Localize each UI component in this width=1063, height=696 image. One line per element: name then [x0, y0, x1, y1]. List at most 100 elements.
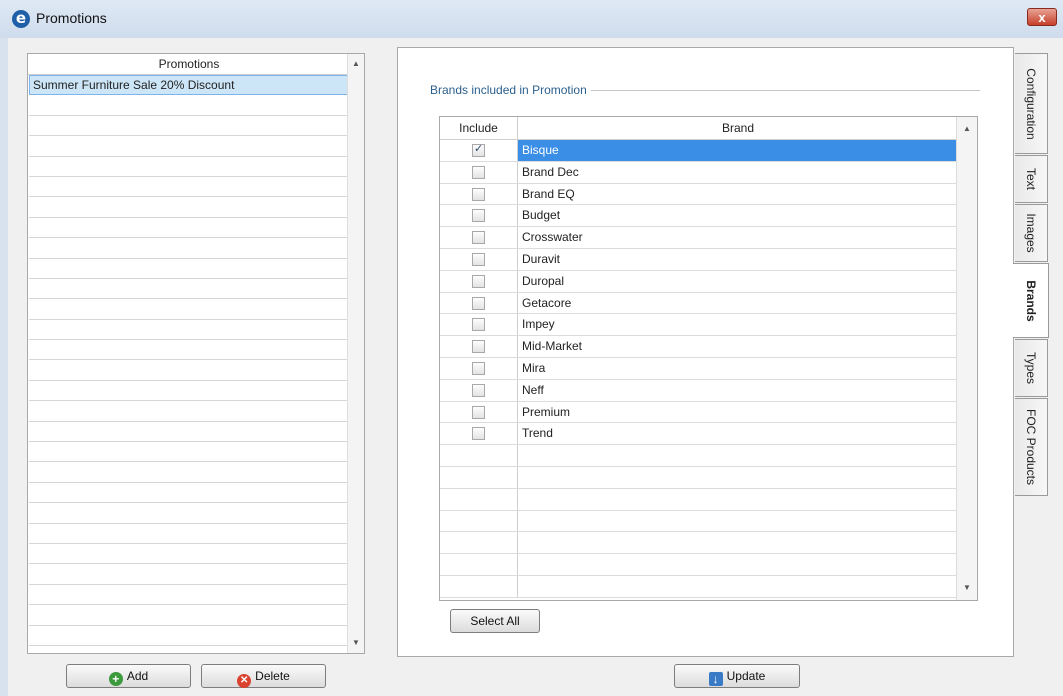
brand-row[interactable] [440, 445, 958, 467]
promotion-list-item[interactable] [29, 381, 350, 402]
brand-row[interactable]: Duropal [440, 270, 958, 293]
promotion-list-item[interactable] [29, 157, 350, 177]
scroll-up-icon[interactable]: ▲ [348, 56, 364, 72]
brand-name: Duropal [522, 273, 565, 288]
brand-row[interactable]: Budget [440, 205, 958, 228]
tab-label: Text [1024, 167, 1038, 191]
promotion-list-item[interactable] [29, 503, 350, 524]
promotion-list-item[interactable] [29, 218, 350, 239]
brand-row[interactable]: Neff [440, 379, 958, 402]
promotion-list-item[interactable] [29, 483, 350, 504]
promotion-list-item[interactable] [29, 524, 350, 544]
brand-row[interactable]: Mira [440, 357, 958, 380]
include-cell [440, 532, 518, 554]
include-checkbox[interactable] [472, 252, 485, 266]
tab-label: Images [1024, 213, 1038, 253]
brand-row[interactable]: Getacore [440, 292, 958, 315]
scroll-down-icon[interactable]: ▼ [957, 580, 977, 596]
tab-types[interactable]: Types [1015, 339, 1048, 397]
promotion-list-item[interactable] [29, 279, 350, 300]
promotion-list-item[interactable] [29, 238, 350, 259]
include-checkbox[interactable] [472, 340, 485, 354]
promotion-list-item[interactable] [29, 116, 350, 137]
brand-row[interactable]: Impey [440, 314, 958, 337]
include-cell [440, 357, 518, 379]
brand-row[interactable]: Trend [440, 423, 958, 446]
include-checkbox[interactable] [472, 296, 485, 310]
promotion-list-item[interactable] [29, 422, 350, 443]
promotion-list-item[interactable] [29, 626, 350, 646]
promotion-list-item[interactable] [29, 401, 350, 422]
include-cell [440, 336, 518, 357]
include-checkbox[interactable] [472, 142, 485, 157]
include-checkbox[interactable] [472, 165, 485, 179]
scroll-down-icon[interactable]: ▼ [348, 635, 364, 651]
promotion-list-item[interactable] [29, 320, 350, 341]
include-checkbox[interactable] [472, 274, 485, 288]
add-button[interactable]: + Add [66, 664, 191, 688]
brand-row[interactable] [440, 466, 958, 489]
promotion-list-item[interactable] [29, 299, 350, 320]
include-checkbox[interactable] [472, 405, 485, 419]
brand-row[interactable] [440, 488, 958, 511]
brand-row[interactable]: Crosswater [440, 227, 958, 249]
promotion-list-item[interactable] [29, 442, 350, 463]
include-checkbox[interactable] [472, 318, 485, 332]
brand-name: Trend [522, 426, 553, 441]
tab-brands[interactable]: Brands [1013, 263, 1049, 338]
include-checkbox[interactable] [472, 209, 485, 223]
brand-name: Brand Dec [522, 164, 579, 179]
window-frame-edge [0, 38, 8, 696]
include-checkbox[interactable] [472, 427, 485, 441]
scroll-up-icon[interactable]: ▲ [957, 121, 977, 137]
save-disk-icon: ↓ [708, 672, 723, 686]
brand-name: Budget [522, 208, 561, 223]
promotion-list-item[interactable] [29, 544, 350, 565]
brand-column-header[interactable]: Brand [518, 117, 958, 139]
delete-button[interactable]: ✕ Delete [201, 664, 326, 688]
promotion-list-item[interactable] [29, 95, 350, 116]
brands-scrollbar[interactable]: ▲ ▼ [956, 117, 977, 600]
select-all-button[interactable]: Select All [450, 609, 540, 633]
brand-row[interactable]: Mid-Market [440, 336, 958, 358]
promotion-list-item[interactable] [29, 564, 350, 585]
include-checkbox[interactable] [472, 231, 485, 245]
tab-label: Configuration [1024, 67, 1038, 140]
tab-images[interactable]: Images [1015, 204, 1048, 262]
brand-row[interactable]: Brand Dec [440, 161, 958, 184]
brand-row[interactable]: Bisque [440, 140, 958, 162]
promotion-list-item[interactable]: Summer Furniture Sale 20% Discount [29, 75, 350, 96]
close-button[interactable]: x [1027, 8, 1057, 26]
brand-row[interactable] [440, 532, 958, 555]
promotion-list-item[interactable] [29, 197, 350, 218]
include-checkbox[interactable] [472, 361, 485, 375]
include-column-header[interactable]: Include [440, 117, 518, 139]
promotion-list-item[interactable] [29, 177, 350, 198]
promotion-list-item[interactable] [29, 462, 350, 483]
promotion-list-item[interactable] [29, 259, 350, 279]
promotions-scrollbar[interactable]: ▲ ▼ [347, 54, 364, 653]
include-cell [440, 423, 518, 445]
include-checkbox[interactable] [472, 187, 485, 201]
update-button[interactable]: ↓ Update [674, 664, 800, 688]
brand-row[interactable] [440, 575, 958, 598]
promotion-list-item[interactable] [29, 340, 350, 361]
promotions-rows: Summer Furniture Sale 20% Discount [29, 75, 350, 646]
tab-foc-products[interactable]: FOC Products [1015, 398, 1048, 496]
promotion-list-item[interactable] [29, 585, 350, 606]
brand-row[interactable] [440, 554, 958, 576]
brand-row[interactable]: Brand EQ [440, 183, 958, 206]
brand-row[interactable]: Duravit [440, 248, 958, 271]
brand-row[interactable] [440, 510, 958, 533]
promotion-list-item[interactable] [29, 360, 350, 381]
promotion-list-item[interactable] [29, 605, 350, 626]
include-cell [440, 575, 518, 597]
promotion-list-item[interactable] [29, 136, 350, 157]
include-checkbox[interactable] [472, 383, 485, 397]
plus-icon: + [108, 672, 123, 686]
brand-name: Bisque [522, 143, 559, 157]
add-button-label: Add [126, 669, 149, 683]
tab-configuration[interactable]: Configuration [1015, 53, 1048, 154]
tab-text[interactable]: Text [1015, 155, 1048, 203]
brand-row[interactable]: Premium [440, 401, 958, 424]
